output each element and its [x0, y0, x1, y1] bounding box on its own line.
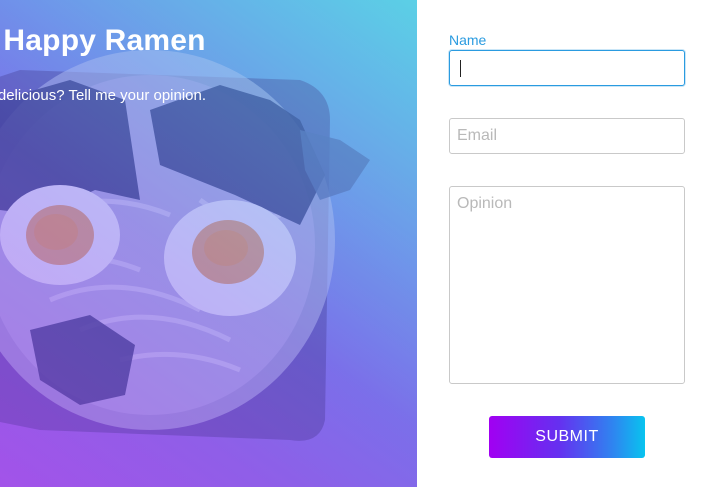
submit-button[interactable]: SUBMIT	[489, 416, 645, 458]
ramen-photo	[0, 50, 370, 441]
text-caret	[460, 60, 461, 77]
name-label: Name	[449, 32, 487, 48]
page-subtitle: okes delicious? Tell me your opinion.	[0, 87, 207, 104]
email-input[interactable]	[449, 118, 685, 154]
opinion-form: Name SUBMIT	[417, 0, 709, 487]
opinion-textarea[interactable]	[449, 186, 685, 384]
hero-panel: s Happy Ramen okes delicious? Tell me yo…	[0, 0, 417, 487]
name-input[interactable]	[449, 50, 685, 86]
page-title: s Happy Ramen	[0, 24, 206, 57]
